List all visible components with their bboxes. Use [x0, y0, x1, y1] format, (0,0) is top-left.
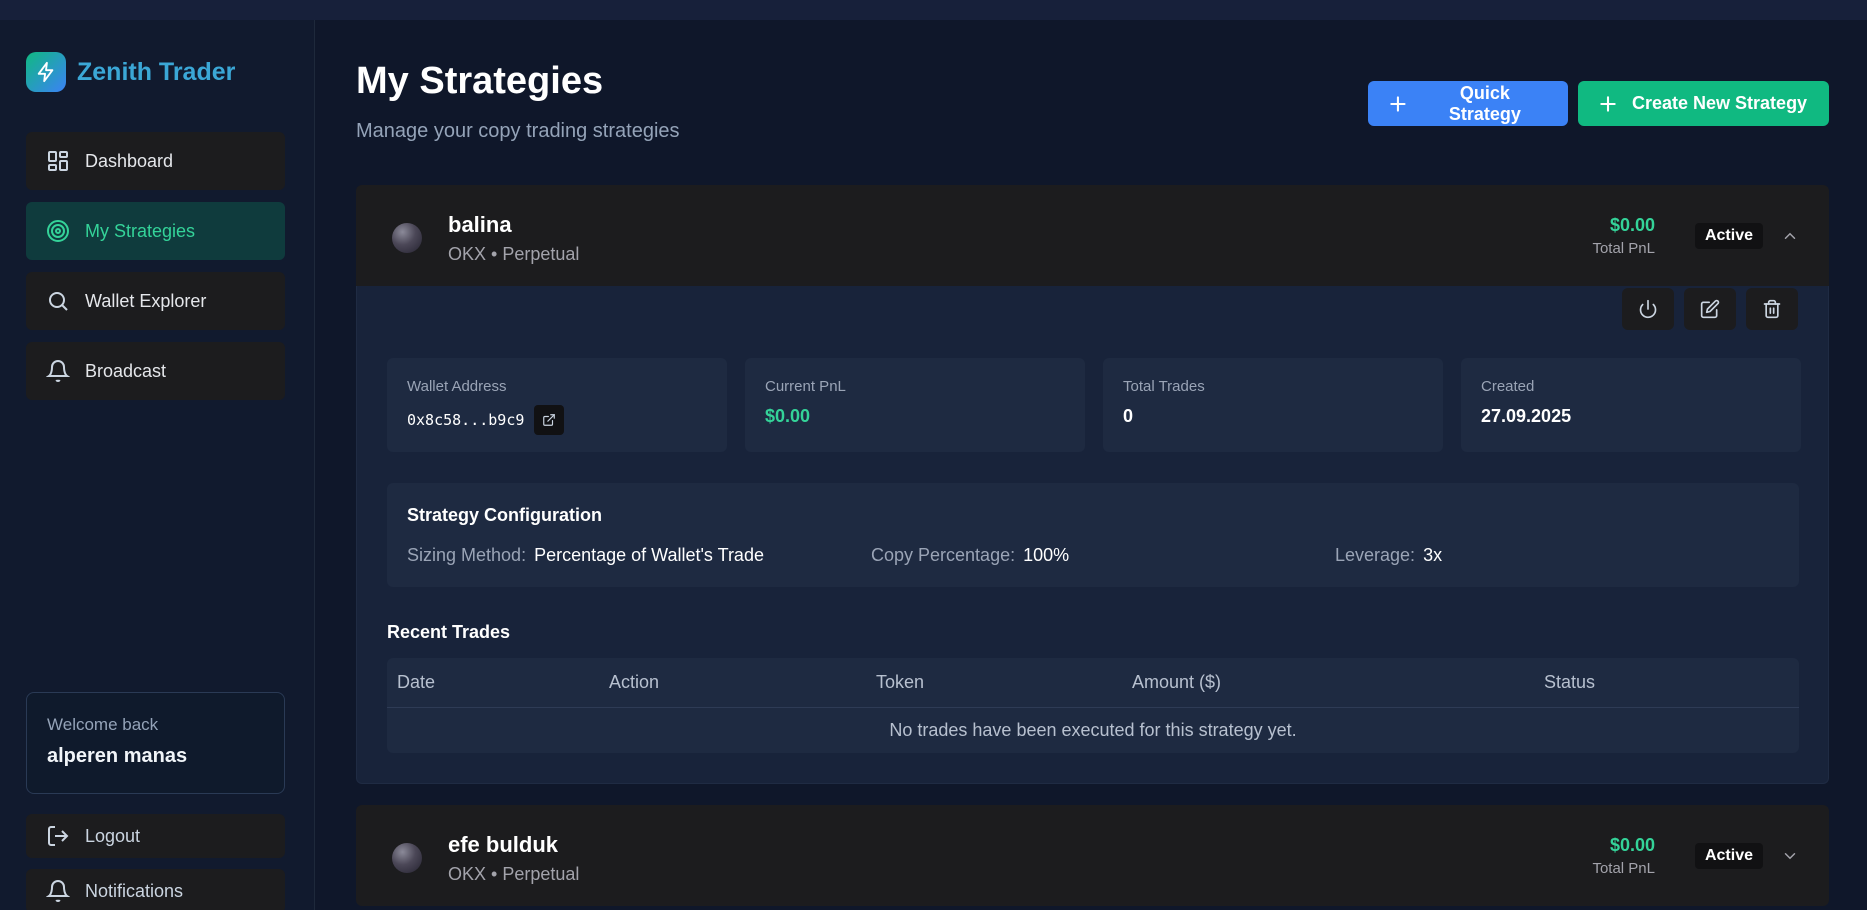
notifications-button[interactable]: Notifications: [26, 869, 285, 910]
column-header[interactable]: Token: [876, 672, 924, 693]
strategy-card-details: Wallet Address 0x8c58...b9c9 Current PnL…: [356, 286, 1829, 784]
empty-state: No trades have been executed for this st…: [889, 720, 1297, 740]
column-header[interactable]: Date: [397, 672, 435, 693]
trash-icon: [1763, 299, 1781, 319]
config-key: Leverage:: [1335, 545, 1416, 565]
toggle-power-button[interactable]: [1622, 288, 1674, 330]
search-icon: [49, 292, 68, 311]
delete-strategy-button[interactable]: [1746, 288, 1798, 330]
total-pnl-label: Total PnL: [1592, 240, 1655, 257]
config-value: Percentage of Wallet's Trade: [534, 545, 764, 565]
stat-current-pnl: Current PnL $0.00: [745, 358, 1085, 452]
stat-label: Current PnL: [765, 378, 846, 395]
status-badge: Active: [1694, 843, 1763, 869]
brand-name: Zenith Trader: [77, 57, 236, 86]
column-header[interactable]: Amount ($): [1132, 672, 1221, 693]
total-pnl-value: $0.00: [1609, 835, 1655, 855]
strategy-name: balina: [448, 212, 512, 237]
stat-wallet-address: Wallet Address 0x8c58...b9c9: [387, 358, 727, 452]
strategy-exchange: OKX • Perpetual: [448, 244, 580, 264]
brand[interactable]: Zenith Trader: [26, 52, 235, 92]
quick-strategy-label: Quick Strategy: [1448, 82, 1521, 124]
table-header: Date Action Token Amount ($) Status: [387, 658, 1799, 708]
config-leverage: Leverage: 3x: [1335, 545, 1442, 566]
bell-icon: [46, 360, 70, 382]
logout-button[interactable]: Logout: [26, 814, 285, 858]
strategy-card-header[interactable]: efe bulduk OKX • Perpetual $0.00 Total P…: [356, 805, 1829, 906]
stat-value: $0.00: [765, 406, 811, 426]
external-link-icon: [543, 414, 556, 426]
plus-icon: [1600, 95, 1616, 112]
strategy-name: efe bulduk: [448, 832, 559, 857]
main-content: My Strategies Manage your copy trading s…: [316, 20, 1867, 910]
column-header[interactable]: Action: [609, 672, 659, 693]
dashboard-icon: [48, 151, 68, 171]
top-strip: [0, 0, 1867, 20]
sidebar: Zenith Trader Dashboard My Strategies Wa…: [0, 20, 315, 910]
recent-trades-table: Date Action Token Amount ($) Status No t…: [387, 658, 1799, 753]
user-name: alperen manas: [47, 745, 188, 767]
logout-icon: [48, 826, 69, 846]
stat-created: Created 27.09.2025: [1461, 358, 1801, 452]
create-strategy-button[interactable]: Create New Strategy: [1578, 81, 1829, 126]
stat-label: Total Trades: [1123, 378, 1205, 395]
strategy-configuration: Strategy Configuration Sizing Method: Per…: [387, 483, 1799, 587]
power-icon: [1639, 299, 1657, 319]
chevron-up-icon[interactable]: [1781, 227, 1799, 245]
edit-strategy-button[interactable]: [1684, 288, 1736, 330]
recent-trades-title: Recent Trades: [387, 622, 511, 642]
stat-value: 27.09.2025: [1481, 406, 1572, 426]
sidebar-bottom-nav: Logout Notifications: [26, 814, 285, 910]
total-pnl-label: Total PnL: [1592, 860, 1655, 877]
wallet-address: 0x8c58...b9c9: [407, 411, 525, 429]
sidebar-item-wallet-explorer[interactable]: Wallet Explorer: [26, 272, 285, 330]
target-icon: [47, 220, 69, 242]
create-strategy-label: Create New Strategy: [1632, 93, 1808, 113]
strategy-avatar: [392, 843, 422, 873]
stat-label: Created: [1481, 378, 1535, 395]
config-value: 100%: [1023, 545, 1070, 565]
lightning-icon: [26, 52, 66, 92]
stat-value: 0x8c58...b9c9: [407, 405, 707, 435]
bell-icon: [46, 880, 70, 902]
config-key: Sizing Method:: [407, 545, 527, 565]
logout-label: Logout: [85, 825, 141, 846]
sidebar-item-label: Broadcast: [85, 360, 167, 381]
welcome-card: Welcome back alperen manas: [26, 692, 285, 794]
strategy-avatar: [392, 223, 422, 253]
column-header[interactable]: Status: [1544, 672, 1595, 693]
strategy-exchange: OKX • Perpetual: [448, 864, 580, 884]
sidebar-item-label: Dashboard: [85, 150, 174, 171]
open-wallet-button[interactable]: [534, 405, 565, 435]
sidebar-item-dashboard[interactable]: Dashboard: [26, 132, 285, 190]
page-title: My Strategies: [356, 60, 604, 102]
stat-value: 0: [1123, 406, 1134, 426]
plus-icon: [1390, 95, 1406, 112]
sidebar-item-broadcast[interactable]: Broadcast: [26, 342, 285, 400]
sidebar-item-label: Wallet Explorer: [85, 290, 207, 311]
page-subtitle: Manage your copy trading strategies: [356, 120, 680, 142]
notifications-label: Notifications: [85, 880, 184, 901]
config-value: 3x: [1423, 545, 1443, 565]
stat-label: Wallet Address: [407, 378, 507, 395]
config-copy-percentage: Copy Percentage: 100%: [871, 545, 1069, 566]
sidebar-nav: Dashboard My Strategies Wallet Explorer …: [26, 132, 285, 412]
stat-total-trades: Total Trades 0: [1103, 358, 1443, 452]
sidebar-item-label: My Strategies: [85, 220, 196, 241]
sidebar-item-my-strategies[interactable]: My Strategies: [26, 202, 285, 260]
config-sizing: Sizing Method: Percentage of Wallet's Tra…: [407, 545, 764, 566]
welcome-label: Welcome back: [47, 715, 159, 734]
strategy-card-header[interactable]: balina OKX • Perpetual $0.00 Total PnL A…: [356, 185, 1829, 286]
config-title: Strategy Configuration: [407, 505, 603, 525]
edit-icon: [1700, 299, 1720, 319]
total-pnl-value: $0.00: [1609, 215, 1655, 235]
config-key: Copy Percentage:: [871, 545, 1016, 565]
status-badge: Active: [1694, 223, 1763, 249]
quick-strategy-button[interactable]: Quick Strategy: [1368, 81, 1568, 126]
chevron-down-icon[interactable]: [1781, 847, 1799, 865]
